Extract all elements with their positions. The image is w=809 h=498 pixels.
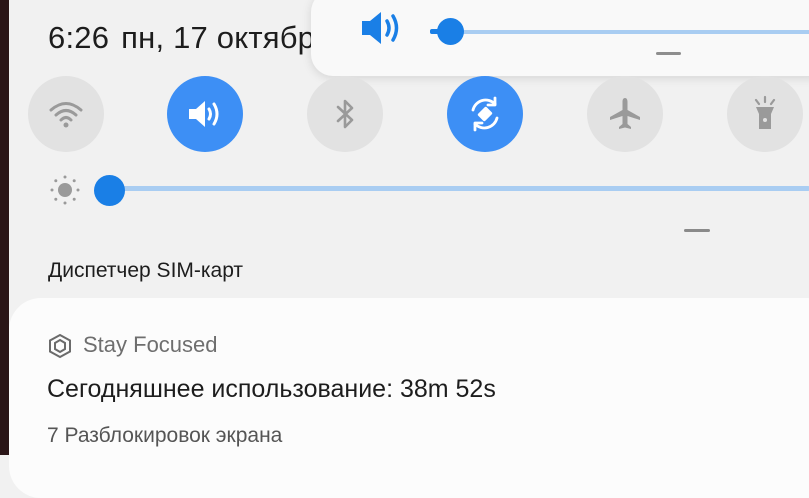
bluetooth-toggle[interactable] — [307, 76, 383, 152]
volume-popup — [311, 0, 809, 76]
airplane-mode-toggle[interactable] — [587, 76, 663, 152]
clock-date: пн, 17 октября — [121, 20, 332, 55]
auto-rotate-toggle[interactable] — [447, 76, 523, 152]
volume-slider-track[interactable] — [430, 30, 809, 34]
bluetooth-icon — [336, 99, 354, 129]
brightness-icon — [50, 175, 80, 205]
volume-slider-thumb[interactable] — [437, 18, 464, 45]
wifi-icon — [49, 102, 83, 128]
notification-app-name: Stay Focused — [83, 332, 218, 357]
sound-toggle[interactable] — [167, 76, 243, 152]
stay-focused-hexagon-icon — [49, 333, 71, 359]
clock-time: 6:26 — [48, 20, 110, 55]
flashlight-toggle[interactable] — [727, 76, 803, 152]
status-clock: 6:26 пн, 17 октября — [48, 20, 332, 56]
volume-popup-handle[interactable] — [656, 52, 681, 55]
wifi-toggle[interactable] — [28, 76, 104, 152]
speaker-icon — [189, 101, 219, 127]
sim-card-manager-label[interactable]: Диспетчер SIM-карт — [48, 259, 243, 283]
speaker-icon[interactable] — [360, 10, 402, 46]
background-edge — [0, 0, 9, 455]
rotate-icon — [471, 96, 499, 132]
brightness-slider-thumb[interactable] — [94, 175, 125, 206]
airplane-icon — [610, 98, 640, 129]
notification-card[interactable]: Stay Focused Сегодняшнее использование: … — [9, 298, 809, 498]
notification-text: 7 Разблокировок экрана — [47, 424, 283, 447]
panel-expand-handle[interactable] — [684, 229, 710, 232]
notification-title: Сегодняшнее использование: 38m 52s — [47, 375, 496, 403]
brightness-slider-track[interactable] — [110, 186, 809, 191]
flashlight-icon — [754, 95, 776, 129]
